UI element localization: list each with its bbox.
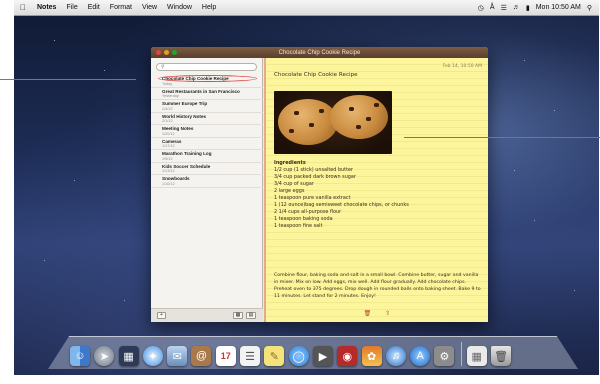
volume-icon[interactable]: ♬ [510, 4, 523, 11]
cookie-photo [274, 91, 392, 154]
sidebar-footer: + ▦ ▤ [151, 308, 263, 322]
note-date: 2/4/12 [162, 106, 173, 111]
folders-button[interactable]: ▤ [246, 312, 256, 319]
list-item[interactable]: Summer Europe Trip 2/4/12 [151, 100, 263, 113]
menu-help[interactable]: Help [197, 4, 221, 11]
list-item[interactable]: Cameras 1/17/12 [151, 138, 263, 150]
add-note-button[interactable]: + [157, 312, 166, 319]
selection-highlight [158, 75, 257, 82]
trash-icon[interactable]: 🗑 [491, 346, 512, 366]
finder-icon[interactable]: ☺ [70, 346, 90, 366]
menu-app-name[interactable]: Notes [32, 4, 61, 11]
list-item[interactable]: Meeting Notes 1/20/12 [151, 125, 263, 138]
note-date: 1/17/12 [162, 144, 175, 148]
time-machine-icon[interactable]: ◷ [475, 4, 487, 12]
note-footer: 🗑 ⇧ [266, 310, 488, 320]
list-view-button[interactable]: ▦ [233, 312, 243, 319]
itunes-icon[interactable]: ♫ [385, 346, 406, 366]
menu-format[interactable]: Format [105, 4, 137, 11]
calendar-icon[interactable]: 17 [215, 346, 236, 366]
ingredient-line: 1/2 cup (1 stick) unsalted butter [274, 167, 354, 173]
title-bar[interactable]: Chocolate Chip Cookie Recipe [151, 47, 488, 58]
note-heading: Chocolate Chip Cookie Recipe [274, 72, 358, 78]
list-item[interactable]: Great Restaurants in San Francisco Yeste… [151, 88, 263, 100]
note-date: Yesterday [162, 94, 179, 98]
apple-icon[interactable]:  [14, 3, 32, 12]
ingredient-line: 1 teaspoon pure vanilla extract [274, 195, 351, 201]
window-title: Chocolate Chip Cookie Recipe [278, 49, 361, 56]
reminders-icon[interactable]: ☰ [240, 346, 261, 366]
launchpad-icon[interactable]: ➤ [94, 346, 115, 366]
ingredient-line: 2 large eggs [274, 188, 305, 194]
notes-window: Chocolate Chip Cookie Recipe ⚲ Chocolate… [151, 47, 488, 322]
menu-view[interactable]: View [137, 4, 162, 11]
ingredient-line: 1 (12 ounce)bag semisweet chocolate chip… [274, 202, 409, 208]
trash-icon[interactable]: 🗑 [364, 310, 372, 320]
directions-text: Combine flour, baking soda and salt in a… [274, 273, 481, 299]
battery-icon[interactable]: ▮ [523, 4, 533, 12]
iphoto-icon[interactable]: ✿ [361, 346, 382, 366]
list-item[interactable]: World History Notes 2/1/12 [151, 113, 263, 125]
list-item[interactable]: Snowboards 1/10/12 [151, 175, 263, 188]
note-date: 1/13/12 [162, 169, 175, 173]
menu-edit[interactable]: Edit [83, 4, 105, 11]
facetime-icon[interactable]: ▶ [312, 346, 333, 366]
ingredient-line: 1 teaspoon fine salt [274, 223, 323, 229]
notes-sidebar: ⚲ Chocolate Chip Cookie Recipe Today Gre… [151, 58, 263, 322]
preview-icon[interactable]: ▦ [466, 346, 487, 366]
menu-bar:  Notes File Edit Format View Window Hel… [14, 0, 599, 16]
note-date: 2/1/12 [162, 119, 173, 123]
ingredients-header: Ingredients [274, 160, 306, 166]
list-item[interactable]: Chocolate Chip Cookie Recipe Today [151, 75, 263, 88]
note-editor[interactable]: Feb 14, 10:50 AM Chocolate Chip Cookie R… [264, 58, 488, 322]
menu-file[interactable]: File [61, 4, 82, 11]
search-icon[interactable]: ⚲ [584, 4, 595, 12]
list-item[interactable]: Marathon Training Log 1/9/12 [151, 150, 263, 163]
list-item[interactable]: Kids Soccer Schedule 1/13/12 [151, 163, 263, 175]
ingredient-line: 1 teaspoon baking soda [274, 216, 333, 222]
ingredients-list: Ingredients 1/2 cup (1 stick) unsalted b… [274, 160, 474, 230]
messages-icon[interactable]: ◯ [288, 346, 309, 366]
bluetooth-icon[interactable]: Å [487, 4, 498, 11]
ingredient-line: 3/4 cup packed dark brown sugar [274, 174, 356, 180]
note-timestamp: Feb 14, 10:50 AM [442, 64, 482, 69]
system-preferences-icon[interactable]: ⚙ [434, 346, 455, 366]
ingredient-line: 3/4 cup of sugar [274, 181, 314, 187]
wifi-icon[interactable]: ☰ [498, 4, 510, 12]
callout-line-right [404, 137, 600, 138]
dock-icons: ☺ ➤ ▦ ✦ ✉ @ 17 ☰ ✎ ◯ ▶ ◉ ✿ ♫ A ⚙ ▦ 🗑 [70, 336, 570, 366]
note-date: 1/9/12 [162, 156, 173, 161]
note-date: 1/10/12 [162, 181, 175, 186]
menu-window[interactable]: Window [162, 4, 197, 11]
safari-icon[interactable]: ✦ [142, 346, 163, 366]
dock-separator [460, 342, 462, 366]
mission-control-icon[interactable]: ▦ [118, 346, 139, 366]
notes-icon[interactable]: ✎ [264, 346, 285, 366]
mail-icon[interactable]: ✉ [167, 346, 188, 366]
search-input[interactable]: ⚲ [156, 63, 257, 71]
photo-booth-icon[interactable]: ◉ [337, 346, 358, 366]
callout-line-left [0, 79, 136, 80]
search-icon: ⚲ [161, 64, 165, 70]
ingredient-line: 2 1/4 cups all-purpose flour [274, 209, 342, 215]
note-date: Today [162, 81, 173, 86]
note-date: 1/20/12 [162, 131, 175, 136]
share-icon[interactable]: ⇧ [385, 310, 390, 320]
clock[interactable]: Mon 10:50 AM [533, 4, 584, 11]
contacts-icon[interactable]: @ [191, 346, 212, 366]
desktop:  Notes File Edit Format View Window Hel… [14, 0, 599, 375]
app-store-icon[interactable]: A [410, 346, 431, 366]
note-list: Chocolate Chip Cookie Recipe Today Great… [151, 75, 263, 188]
